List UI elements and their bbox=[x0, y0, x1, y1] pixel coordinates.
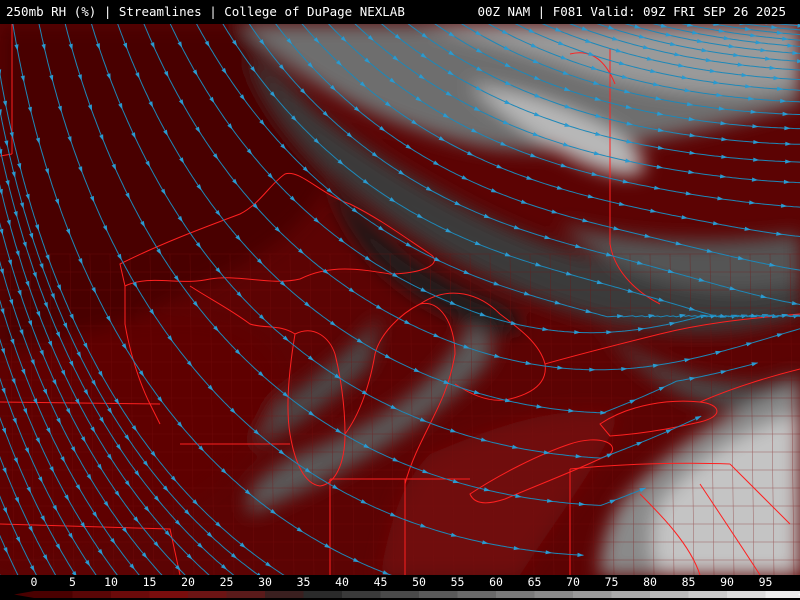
colorbar-swatch bbox=[72, 591, 112, 598]
colorbar-swatch bbox=[111, 591, 150, 598]
colorbar-tick-label: 75 bbox=[605, 575, 619, 589]
colorbar-swatch bbox=[149, 591, 189, 598]
colorbar-swatch bbox=[265, 591, 304, 598]
colorbar-tick-label: 80 bbox=[643, 575, 657, 589]
model-run-title: 00Z NAM | F081 Valid: 09Z FRI SEP 26 202… bbox=[477, 4, 786, 19]
colorbar-tick-label: 5 bbox=[69, 575, 76, 589]
colorbar-tick-label: 55 bbox=[451, 575, 465, 589]
colorbar: 0 5 10 15 20 25 30 35 40 45 50 55 60 65 70 75 80 85 90 95 bbox=[0, 575, 800, 600]
colorbar-tick-label: 40 bbox=[335, 575, 349, 589]
colorbar-tick-label: 25 bbox=[220, 575, 234, 589]
colorbar-swatch bbox=[457, 591, 497, 598]
weather-map-viewer: 250mb RH (%) | Streamlines | College of … bbox=[0, 0, 800, 600]
colorbar-tick-label: 10 bbox=[104, 575, 118, 589]
colorbar-tick-label: 20 bbox=[181, 575, 195, 589]
colorbar-swatch bbox=[611, 591, 651, 598]
colorbar-swatch bbox=[342, 591, 381, 598]
colorbar-swatch bbox=[34, 591, 73, 598]
colorbar-tick-label: 45 bbox=[374, 575, 388, 589]
colorbar-tick-label: 30 bbox=[258, 575, 272, 589]
colorbar-swatch bbox=[419, 591, 458, 598]
colorbar-graphic: 0 5 10 15 20 25 30 35 40 45 50 55 60 65 70 75 80 85 90 95 bbox=[14, 575, 800, 598]
colorbar-swatch bbox=[226, 591, 266, 598]
colorbar-tick-label: 50 bbox=[412, 575, 426, 589]
colorbar-tick-label: 90 bbox=[720, 575, 734, 589]
product-title: 250mb RH (%) | Streamlines | College of … bbox=[6, 4, 405, 19]
colorbar-swatch bbox=[765, 591, 800, 598]
colorbar-swatch bbox=[380, 591, 420, 598]
colorbar-tick-label: 0 bbox=[31, 575, 38, 589]
colorbar-tick-label: 15 bbox=[143, 575, 157, 589]
colorbar-swatch bbox=[688, 591, 728, 598]
map-panel bbox=[0, 24, 800, 575]
colorbar-tick-label: 95 bbox=[759, 575, 773, 589]
colorbar-tick-label: 65 bbox=[528, 575, 542, 589]
colorbar-tick-label: 85 bbox=[682, 575, 696, 589]
colorbar-tick-label: 70 bbox=[566, 575, 580, 589]
colorbar-swatch bbox=[303, 591, 343, 598]
rh-streamline-map bbox=[0, 24, 800, 575]
colorbar-swatch bbox=[650, 591, 689, 598]
colorbar-swatch bbox=[534, 591, 574, 598]
colorbar-swatch bbox=[496, 591, 535, 598]
colorbar-tick-label: 35 bbox=[297, 575, 311, 589]
colorbar-swatch bbox=[727, 591, 766, 598]
header-bar: 250mb RH (%) | Streamlines | College of … bbox=[0, 0, 800, 24]
colorbar-min-arrow bbox=[14, 591, 34, 598]
colorbar-swatch bbox=[573, 591, 612, 598]
colorbar-tick-label: 60 bbox=[489, 575, 503, 589]
colorbar-swatch bbox=[188, 591, 227, 598]
